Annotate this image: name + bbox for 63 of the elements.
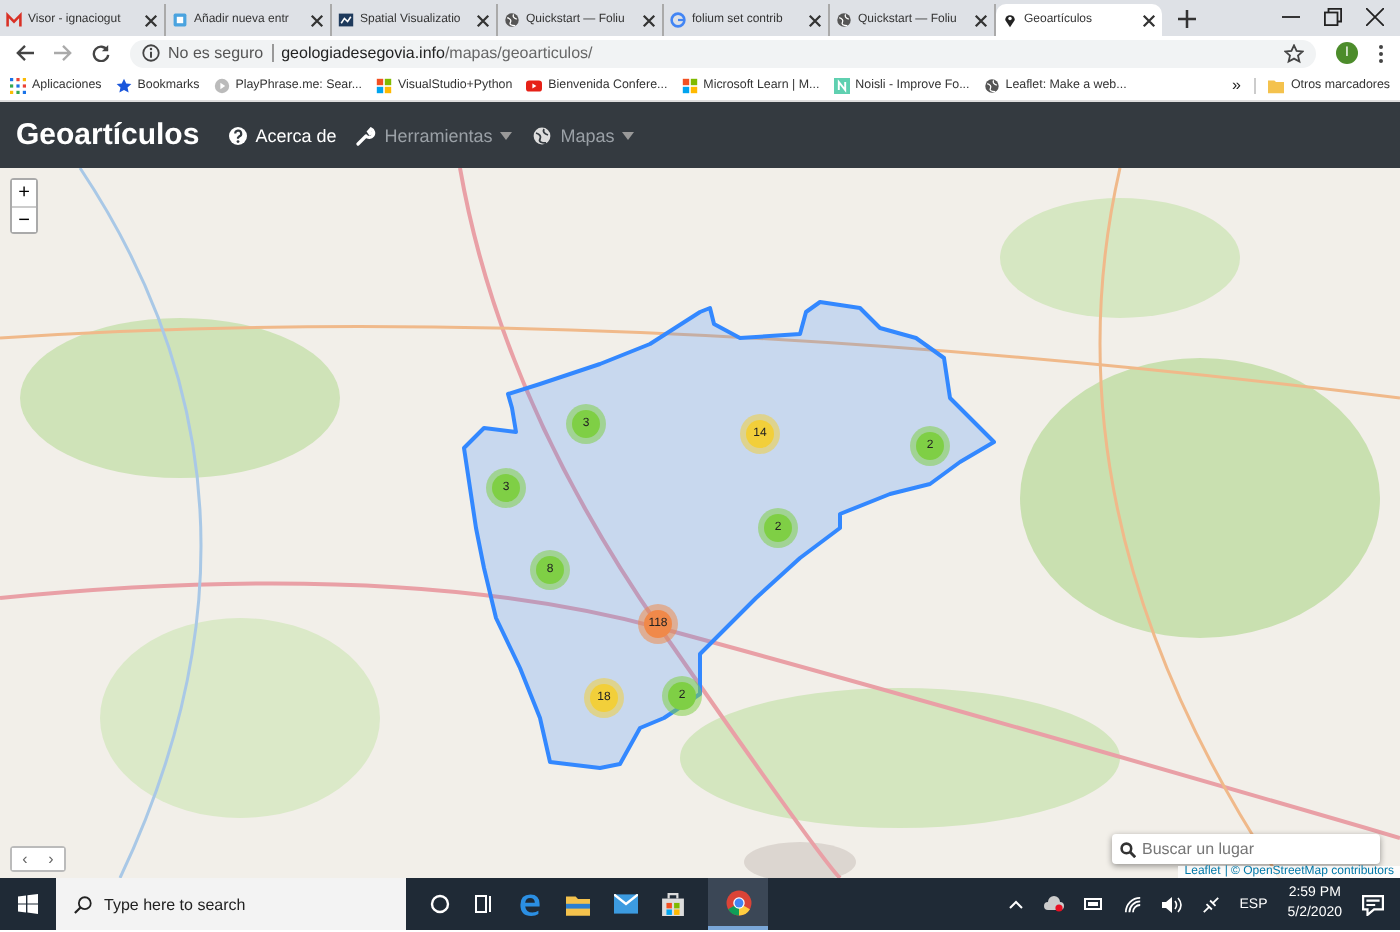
notifications-icon[interactable] — [1362, 893, 1384, 915]
nav-link[interactable]: Mapas — [532, 125, 635, 145]
document-icon — [172, 12, 188, 28]
search-field[interactable]: Buscar un lugar — [1112, 834, 1380, 864]
cloud-icon[interactable] — [1043, 896, 1064, 912]
nav-link[interactable]: Herramientas — [356, 125, 513, 145]
folder-icon — [1268, 77, 1285, 93]
map-pin-icon — [1002, 12, 1018, 28]
star-icon — [115, 77, 132, 93]
windows-start-icon[interactable] — [18, 894, 38, 914]
battery-icon[interactable] — [1083, 898, 1104, 910]
reload-icon[interactable] — [92, 44, 110, 62]
close-icon[interactable] — [642, 13, 656, 27]
search-icon — [74, 895, 92, 913]
chevron-up-icon[interactable] — [1007, 898, 1024, 910]
close-icon[interactable] — [476, 13, 490, 27]
globe-icon — [836, 12, 852, 28]
taskbar-app-button[interactable] — [708, 878, 768, 930]
globe-icon — [504, 12, 520, 28]
new-tab-icon[interactable] — [1178, 10, 1196, 28]
close-icon[interactable] — [144, 13, 158, 27]
nav-link[interactable]: Acerca de — [227, 125, 337, 145]
search-icon — [1120, 841, 1136, 857]
url-text: geologiadesegovia.info/mapas/geoarticulos/ — [281, 44, 593, 62]
overflow-chevron[interactable]: » — [1232, 76, 1241, 94]
site-logo-text[interactable]: Geoartículos — [16, 118, 200, 152]
task-view-icon[interactable] — [474, 894, 494, 914]
address-bar[interactable]: No es seguro geologiadesegovia.info/mapas/geoarticulos/ — [130, 39, 1316, 67]
wifi-icon[interactable] — [1123, 895, 1142, 913]
security-label: No es seguro — [168, 44, 274, 62]
link-icon[interactable] — [1201, 895, 1220, 913]
shopping-bag-icon[interactable] — [662, 892, 684, 916]
globe-icon — [532, 125, 553, 145]
bookmark-star-icon[interactable] — [1284, 43, 1304, 63]
windows-logo-icon — [681, 77, 698, 93]
apps-grid-icon — [10, 77, 26, 93]
close-icon[interactable] — [974, 13, 988, 27]
edge-icon[interactable] — [518, 892, 542, 916]
circle-icon[interactable] — [430, 894, 450, 914]
zoom-out-button[interactable]: − — [12, 206, 36, 232]
close-icon[interactable] — [1142, 13, 1156, 27]
speaker-icon[interactable] — [1161, 895, 1182, 913]
chart-icon — [338, 12, 354, 28]
wrench-icon — [356, 125, 377, 145]
help-icon — [227, 125, 248, 145]
video-play-icon — [526, 77, 543, 93]
restore-icon[interactable] — [1324, 8, 1342, 26]
info-icon — [142, 44, 160, 62]
close-icon[interactable] — [310, 13, 324, 27]
close-icon[interactable] — [808, 13, 822, 27]
gmail-m-icon — [6, 12, 22, 28]
taskbar-search-field[interactable]: Type here to search — [56, 878, 406, 930]
mail-icon[interactable] — [614, 894, 638, 914]
n-logo-icon — [833, 77, 850, 93]
menu-icon[interactable] — [1378, 43, 1384, 63]
close-icon[interactable] — [1366, 8, 1384, 26]
folder-icon[interactable] — [566, 893, 590, 915]
play-icon — [213, 77, 230, 93]
g-logo-icon — [670, 12, 686, 28]
back-icon[interactable] — [16, 44, 34, 62]
windows-logo-icon — [375, 77, 392, 93]
globe-icon — [983, 77, 1000, 93]
chrome-icon — [725, 889, 751, 915]
